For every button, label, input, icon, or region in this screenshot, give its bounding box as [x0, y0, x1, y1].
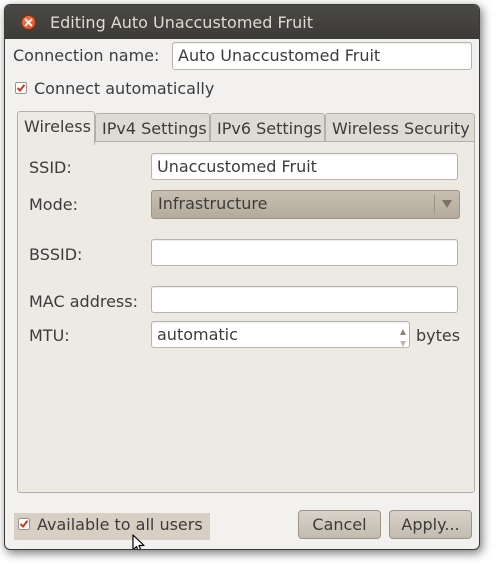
ssid-input[interactable]: Unaccustomed Fruit — [151, 153, 458, 180]
connect-automatically-label[interactable]: Connect automatically — [34, 79, 214, 98]
mode-select-value: Infrastructure — [158, 194, 268, 213]
checkmark-icon — [19, 520, 29, 529]
close-icon — [24, 18, 33, 27]
ssid-label: SSID: — [29, 158, 72, 177]
mouse-pointer-icon — [132, 534, 145, 549]
connection-name-input[interactable]: Auto Unaccustomed Fruit — [172, 42, 472, 70]
combo-separator — [434, 195, 435, 214]
mode-label: Mode: — [29, 195, 78, 214]
connection-name-label: Connection name: — [13, 46, 160, 65]
connect-automatically-checkbox[interactable] — [15, 82, 27, 94]
mac-address-input[interactable] — [151, 286, 458, 313]
cancel-button[interactable]: Cancel — [298, 510, 381, 539]
tab-wireless[interactable]: Wireless — [17, 111, 95, 145]
mtu-label: MTU: — [29, 326, 70, 345]
close-button[interactable] — [21, 15, 36, 30]
tab-ipv4-settings[interactable]: IPv4 Settings — [95, 113, 210, 143]
mtu-spin-input[interactable]: automatic — [151, 321, 410, 348]
title-bar[interactable]: Editing Auto Unaccustomed Fruit — [5, 5, 479, 39]
triangle-down-icon — [442, 200, 452, 208]
available-to-all-users-checkbox[interactable] — [18, 518, 30, 530]
bssid-label: BSSID: — [29, 245, 83, 264]
checkmark-icon — [16, 84, 26, 93]
mtu-unit-label: bytes — [416, 326, 461, 345]
edit-connection-dialog: Editing Auto Unaccustomed Fruit Connecti… — [4, 4, 480, 550]
mac-address-label: MAC address: — [29, 292, 138, 311]
mode-select[interactable]: Infrastructure — [151, 190, 460, 219]
tab-ipv6-settings[interactable]: IPv6 Settings — [210, 113, 325, 143]
tab-bar: Wireless IPv4 Settings IPv6 Settings Wir… — [17, 111, 475, 145]
spin-arrows-icon[interactable] — [398, 326, 408, 350]
window-title: Editing Auto Unaccustomed Fruit — [50, 13, 313, 32]
available-to-all-users-label[interactable]: Available to all users — [37, 515, 203, 534]
bssid-input[interactable] — [151, 239, 458, 266]
apply-button[interactable]: Apply... — [389, 510, 472, 539]
tab-wireless-security[interactable]: Wireless Security — [325, 113, 475, 143]
